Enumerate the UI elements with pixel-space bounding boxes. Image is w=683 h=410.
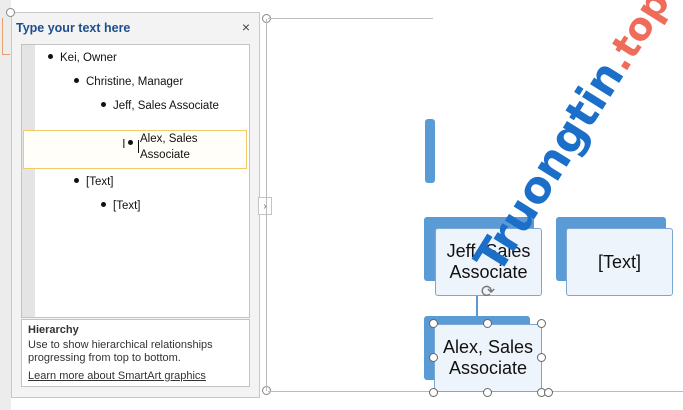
slide-marker (2, 18, 3, 54)
bullet-text: Kei, Owner (60, 52, 117, 64)
bullet-item-placeholder-2[interactable]: [Text] (101, 200, 140, 212)
expand-text-pane-button[interactable]: › (258, 197, 272, 215)
learn-more-link[interactable]: Learn more about SmartArt graphics (28, 370, 243, 382)
bullet-text-editor[interactable]: Kei, Owner Christine, Manager Jeff, Sale… (21, 44, 250, 318)
shape-text-placeholder[interactable]: [Text] (566, 228, 673, 296)
bullet-item-alex-active[interactable]: I Alex, Sales Associate (23, 130, 247, 169)
bullet-icon (128, 140, 133, 145)
bullet-item-kei[interactable]: Kei, Owner (48, 52, 117, 64)
smartart-text-pane: Type your text here × Kei, Owner Christi… (11, 12, 260, 398)
shape-christine-edge[interactable] (425, 119, 435, 183)
bullet-text: [Text] (113, 200, 141, 212)
bullet-item-jeff[interactable]: Jeff, Sales Associate (101, 100, 219, 112)
bullet-icon (74, 78, 79, 84)
bullet-text-line2: Associate (140, 149, 190, 161)
slide-thumbnail-strip (0, 0, 11, 410)
text-cursor-icon: I (122, 136, 126, 151)
bullet-item-christine[interactable]: Christine, Manager (74, 76, 183, 88)
bullet-text: Christine, Manager (86, 76, 184, 88)
bullet-icon (101, 102, 106, 108)
shape-alex-line2: Associate (448, 358, 528, 378)
selection-handle[interactable] (483, 319, 492, 328)
layout-description-text: Use to show hierarchical relationships p… (28, 339, 213, 364)
selection-handle[interactable] (429, 353, 438, 362)
bullet-text: Jeff, Sales Associate (113, 100, 219, 112)
bullet-icon (48, 54, 53, 60)
bullet-icon (101, 202, 106, 208)
layout-description: Hierarchy Use to show hierarchical relat… (21, 319, 250, 387)
slide-marker-tick (2, 54, 10, 55)
rotate-handle-icon[interactable]: ⟳ (478, 282, 498, 302)
pane-title: Type your text here (16, 21, 131, 35)
editor-gutter (22, 45, 35, 317)
bullet-item-placeholder-1[interactable]: [Text] (74, 176, 113, 188)
bullet-text: [Text] (86, 176, 114, 188)
selection-handle[interactable] (537, 353, 546, 362)
selection-handle[interactable] (537, 319, 546, 328)
pane-resize-handle[interactable] (6, 8, 15, 17)
bullet-text-line1: Alex, Sales (140, 133, 198, 145)
selection-handle[interactable] (429, 388, 438, 397)
shape-text-label: [Text] (597, 251, 641, 272)
text-caret (138, 140, 139, 153)
frame-resize-handle[interactable] (544, 388, 553, 397)
smartart-frame-left (266, 19, 267, 391)
smartart-frame-top (268, 18, 433, 19)
selection-handle[interactable] (483, 388, 492, 397)
selection-handle[interactable] (429, 319, 438, 328)
bullet-icon (74, 178, 79, 184)
shape-alex-line1: Alex, Sales (442, 337, 534, 357)
layout-name: Hierarchy (28, 324, 79, 336)
bullet-text: Alex, Sales Associate (140, 131, 198, 163)
close-icon[interactable]: × (242, 19, 250, 35)
shape-alex-selected[interactable]: Alex, Sales Associate (434, 324, 542, 392)
